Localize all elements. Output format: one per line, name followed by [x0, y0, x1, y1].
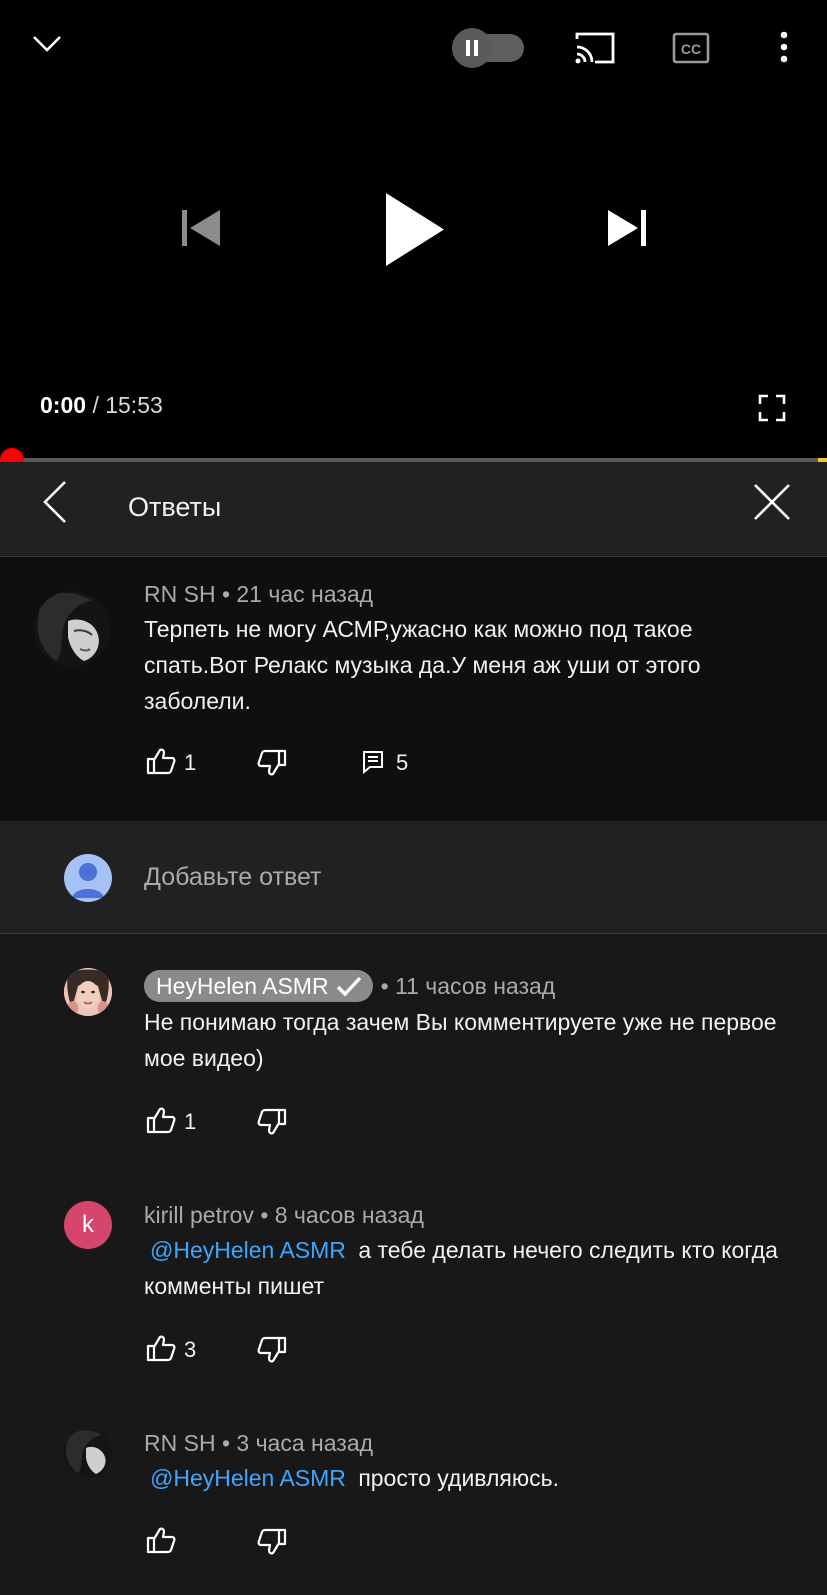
like-count: 1	[184, 750, 197, 775]
autoplay-toggle[interactable]	[452, 28, 492, 68]
time-display: 0:00 / 15:53	[40, 392, 163, 419]
cc-icon[interactable]: CC	[672, 32, 710, 64]
like-count: 3	[184, 1337, 197, 1362]
video-player[interactable]: CC 0:00 / 15:53	[0, 0, 827, 472]
comment-author[interactable]: RN SH	[144, 581, 216, 607]
comment-time: • 21 час назад	[221, 581, 374, 607]
current-time: 0:00	[40, 392, 87, 418]
comment-text: Не понимаю тогда зачем Вы комментируете …	[144, 1009, 777, 1071]
comment-time: • 3 часа назад	[221, 1430, 374, 1456]
more-vert-icon[interactable]	[778, 30, 790, 66]
like-icon[interactable]	[146, 1334, 176, 1362]
like-count: 1	[184, 1109, 197, 1134]
user-avatar-icon	[64, 854, 112, 902]
pause-icon	[466, 40, 478, 56]
comment-author[interactable]: kirill petrov	[144, 1202, 254, 1228]
reply-count: 5	[396, 750, 409, 775]
avatar[interactable]	[64, 1429, 112, 1477]
back-arrow-icon[interactable]	[42, 480, 68, 524]
time-separator: /	[92, 392, 99, 418]
dislike-icon[interactable]	[257, 1336, 287, 1364]
reply-input-placeholder[interactable]: Добавьте ответ	[144, 863, 321, 892]
replies-header: Ответы	[0, 462, 827, 557]
comment-text: Терпеть не могу АСМР,ужасно как можно по…	[144, 616, 701, 714]
verified-check-icon	[336, 976, 361, 997]
skip-previous-icon[interactable]	[180, 208, 222, 248]
skip-next-icon[interactable]	[606, 208, 648, 248]
play-icon[interactable]	[385, 192, 445, 267]
dislike-icon[interactable]	[257, 1528, 287, 1556]
mention-link[interactable]: @HeyHelen ASMR	[144, 1237, 352, 1263]
add-reply-box[interactable]: Добавьте ответ	[0, 821, 827, 934]
avatar[interactable]: k	[64, 1201, 112, 1249]
svg-text:CC: CC	[681, 41, 701, 57]
fullscreen-icon[interactable]	[758, 394, 786, 422]
chevron-down-icon[interactable]	[30, 30, 64, 56]
like-icon[interactable]	[146, 1526, 176, 1554]
mention-link[interactable]: @HeyHelen ASMR	[144, 1465, 352, 1491]
replies-icon[interactable]	[362, 750, 384, 774]
avatar[interactable]	[34, 591, 110, 667]
like-icon[interactable]	[146, 747, 176, 775]
duration: 15:53	[105, 392, 163, 418]
verified-author-chip[interactable]: HeyHelen ASMR	[144, 970, 373, 1002]
like-icon[interactable]	[146, 1106, 176, 1134]
comment-text: просто удивляюсь.	[358, 1465, 560, 1491]
comment-time: • 8 часов назад	[260, 1202, 424, 1228]
close-icon[interactable]	[752, 482, 792, 522]
comment-time: • 11 часов назад	[380, 972, 556, 999]
parent-comment: RN SH • 21 час назад Терпеть не могу АСМ…	[0, 557, 827, 821]
replies-title: Ответы	[128, 492, 222, 522]
dislike-icon[interactable]	[257, 749, 287, 777]
dislike-icon[interactable]	[257, 1108, 287, 1136]
comment-author[interactable]: RN SH	[144, 1430, 216, 1456]
avatar-letter: k	[82, 1211, 94, 1238]
avatar[interactable]	[64, 968, 112, 1016]
comment-author: HeyHelen ASMR	[156, 972, 329, 999]
cast-icon[interactable]	[573, 30, 617, 66]
